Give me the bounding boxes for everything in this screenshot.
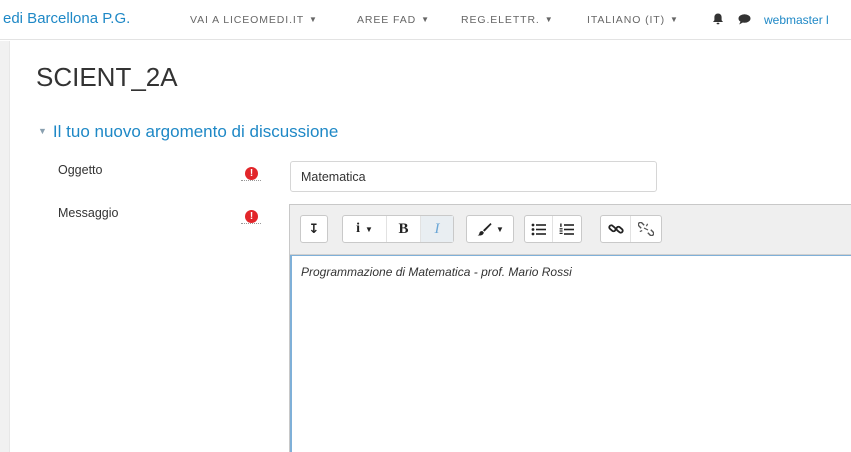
bold-button[interactable]: B [387, 216, 421, 242]
message-editor: ↧ i ▼ B I ▼ Programmazione di Matematica… [289, 204, 851, 452]
toolbar-group-format: i ▼ B I [342, 215, 454, 243]
message-body-text: Programmazione di Matematica - prof. Mar… [301, 265, 572, 279]
italic-icon: I [434, 220, 440, 237]
link-icon [607, 224, 624, 234]
nav-item-reg-elettr[interactable]: REG.ELETTR. ▼ [461, 14, 553, 26]
toolbar-group-color: ▼ [466, 215, 514, 243]
message-label: Messaggio [58, 206, 119, 220]
nav-item-label: ITALIANO (IT) [587, 14, 666, 26]
required-icon: ! [245, 167, 258, 180]
nav-item-label: REG.ELETTR. [461, 14, 540, 26]
section-title: Il tuo nuovo argomento di discussione [52, 122, 339, 141]
left-gutter [0, 41, 10, 452]
nav-item-language[interactable]: ITALIANO (IT) ▼ [587, 14, 678, 26]
numbered-list-icon [559, 223, 574, 235]
bold-icon: B [398, 220, 409, 237]
paragraph-style-button[interactable]: i ▼ [343, 216, 387, 242]
chevron-down-icon: ▼ [309, 15, 317, 24]
chevron-down-icon: ▼ [544, 15, 553, 24]
editor-focus-border [290, 256, 292, 452]
italic-button[interactable]: I [421, 216, 453, 242]
chevron-down-icon: ▼ [364, 224, 373, 234]
section-collapse-icon[interactable]: ▼ [38, 126, 47, 136]
required-underline [241, 180, 261, 181]
required-icon: ! [245, 210, 258, 223]
bullet-list-icon [531, 223, 546, 235]
bullet-list-button[interactable] [525, 216, 553, 242]
unlink-icon [638, 222, 654, 236]
section-header-new-topic[interactable]: ▼ Il tuo nuovo argomento di discussione [38, 122, 338, 142]
toolbar-group-links [600, 215, 662, 243]
chevron-down-icon: ▼ [670, 15, 678, 24]
nav-item-label: VAI A LICEOMEDI.IT [190, 14, 305, 26]
nav-item-aree-fad[interactable]: AREE FAD ▼ [357, 14, 429, 26]
site-brand-link[interactable]: edi Barcellona P.G. [3, 10, 130, 27]
collapse-arrow-icon: ↧ [308, 221, 320, 236]
chevron-down-icon: ▼ [421, 15, 430, 24]
unlink-button[interactable] [631, 216, 661, 242]
text-color-button[interactable]: ▼ [467, 216, 513, 242]
editor-content-area[interactable]: Programmazione di Matematica - prof. Mar… [290, 255, 851, 452]
toolbar-group-lists [524, 215, 582, 243]
required-underline [241, 223, 261, 224]
top-navbar: edi Barcellona P.G. VAI A LICEOMEDI.IT ▼ … [0, 0, 851, 40]
bell-icon[interactable] [711, 12, 727, 28]
info-icon: i [356, 221, 360, 236]
toolbar-collapse-button[interactable]: ↧ [301, 216, 327, 242]
insert-link-button[interactable] [601, 216, 631, 242]
chat-icon[interactable] [737, 12, 753, 28]
nav-item-label: AREE FAD [357, 14, 417, 26]
subject-label: Oggetto [58, 163, 103, 177]
user-menu-link[interactable]: webmaster l [764, 13, 829, 27]
numbered-list-button[interactable] [553, 216, 581, 242]
brush-icon [477, 223, 492, 236]
subject-input[interactable] [290, 161, 657, 192]
toolbar-group-collapse: ↧ [300, 215, 328, 243]
editor-toolbar: ↧ i ▼ B I ▼ [290, 205, 851, 255]
chevron-down-icon: ▼ [496, 224, 504, 234]
page-title: SCIENT_2A [36, 62, 178, 92]
nav-item-liceomedi[interactable]: VAI A LICEOMEDI.IT ▼ [190, 14, 317, 26]
